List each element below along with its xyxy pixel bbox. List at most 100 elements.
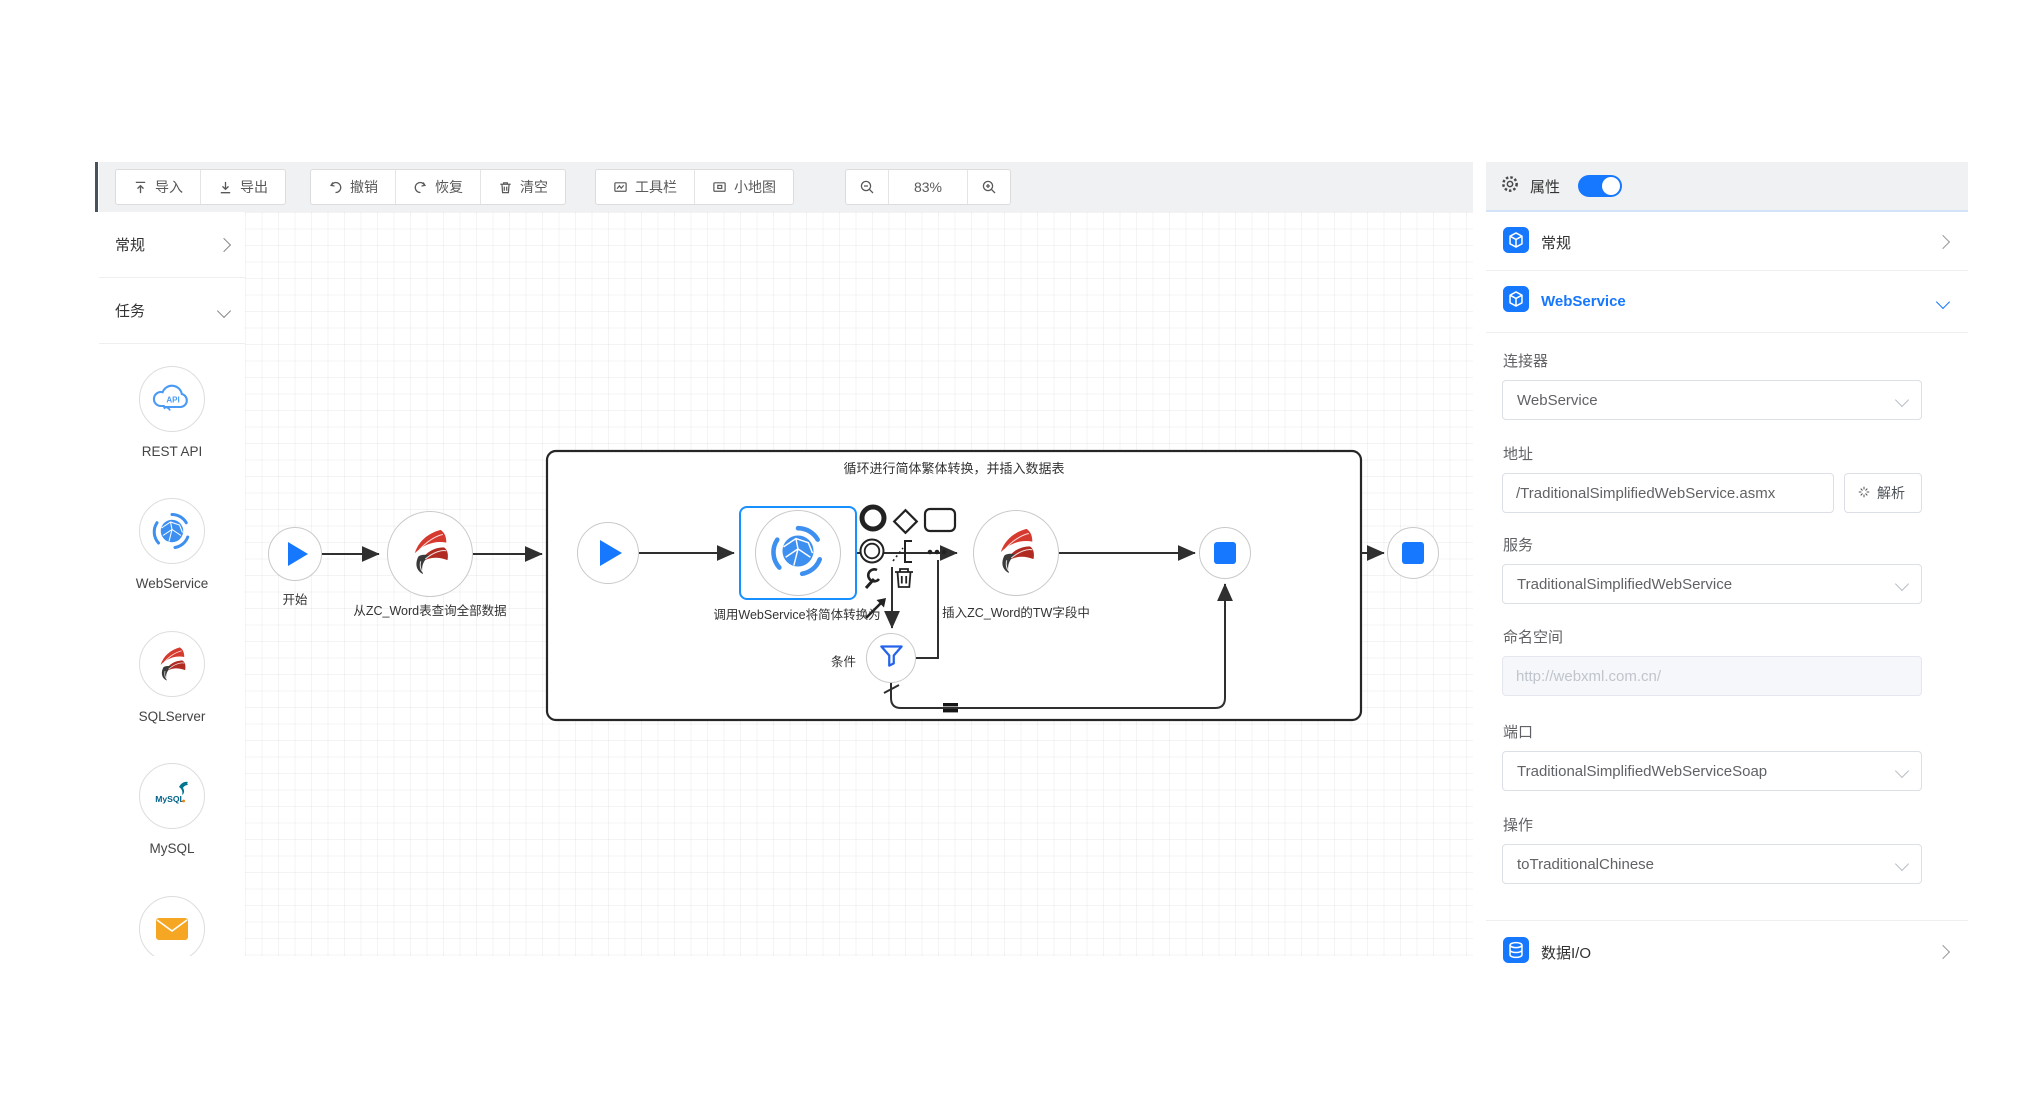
sidebar-group-tasks-label: 任务: [115, 300, 219, 321]
node-label-query: 从ZC_Word表查询全部数据: [330, 600, 530, 619]
sidebar-group-general[interactable]: 常规: [99, 212, 245, 278]
sidebar-item-sqlserver[interactable]: SQLServer: [99, 631, 245, 724]
zoom-level-display[interactable]: 83%: [888, 170, 968, 204]
node-webservice-call[interactable]: [755, 510, 841, 596]
properties-toggle[interactable]: [1578, 175, 1622, 197]
address-input[interactable]: [1502, 473, 1834, 513]
svg-text:API: API: [166, 396, 179, 405]
chevron-down-icon: [1895, 577, 1909, 591]
section-general[interactable]: 常规: [1486, 214, 1968, 271]
database-icon: [1503, 937, 1529, 968]
clear-button[interactable]: 清空: [480, 170, 565, 204]
sidebar-item-label: REST API: [99, 444, 245, 459]
toggle-knob: [1602, 177, 1620, 195]
redo-label: 恢复: [435, 177, 463, 197]
zoom-out-button[interactable]: [846, 170, 888, 204]
zoom-out-icon: [859, 179, 875, 195]
toolbox-icon: [613, 180, 628, 195]
node-label-start: 开始: [255, 589, 335, 608]
node-outer-stop[interactable]: [1387, 527, 1439, 579]
zoom-in-button[interactable]: [968, 170, 1010, 204]
chevron-down-icon: [1895, 857, 1909, 871]
canvas-toolbar: 导入 导出 撤销 恢复 清空 工具栏: [99, 162, 1473, 212]
sidebar-group-tasks[interactable]: 任务: [99, 278, 245, 344]
undo-button[interactable]: 撤销: [311, 170, 395, 204]
upload-icon: [133, 180, 148, 195]
stop-icon: [1214, 542, 1236, 564]
trash-icon: [498, 180, 513, 195]
properties-title: 属性: [1530, 176, 1560, 197]
chevron-down-icon: [217, 303, 231, 317]
export-label: 导出: [240, 177, 268, 197]
history-group: 撤销 恢复 清空: [310, 169, 566, 205]
port-select[interactable]: TraditionalSimplifiedWebServiceSoap: [1502, 751, 1922, 791]
sidebar-item-label: SQLServer: [99, 709, 245, 724]
sidebar-item-mail[interactable]: [99, 896, 245, 956]
node-condition[interactable]: [866, 633, 916, 683]
chevron-right-icon: [217, 237, 231, 251]
node-insert-sqlserver[interactable]: [973, 510, 1059, 596]
sqlserver-icon: [139, 631, 205, 697]
service-value: TraditionalSimplifiedWebService: [1517, 576, 1897, 593]
app-root: 导入 导出 撤销 恢复 清空 工具栏: [0, 0, 2044, 1112]
redo-button[interactable]: 恢复: [395, 170, 480, 204]
sqlserver-icon: [988, 523, 1044, 584]
node-query-sqlserver[interactable]: [387, 511, 473, 597]
section-data-io-label: 数据I/O: [1541, 942, 1926, 963]
section-data-io[interactable]: 数据I/O: [1486, 921, 1968, 983]
sqlserver-icon: [402, 524, 458, 585]
mysql-icon: MySQL: [139, 763, 205, 829]
play-icon: [288, 542, 308, 566]
node-start[interactable]: [268, 527, 322, 581]
sidebar-item-rest-api[interactable]: API REST API: [99, 366, 245, 459]
node-inner-stop[interactable]: [1199, 527, 1251, 579]
cube-icon: [1503, 286, 1529, 317]
namespace-input[interactable]: [1502, 656, 1922, 696]
chevron-down-icon: [1895, 764, 1909, 778]
filter-icon: [878, 642, 905, 674]
connector-select[interactable]: WebService: [1502, 380, 1922, 420]
view-group: 工具栏 小地图: [595, 169, 794, 205]
stop-icon: [1402, 542, 1424, 564]
address-label: 地址: [1503, 443, 1533, 464]
sidebar-group-general-label: 常规: [115, 234, 219, 255]
redo-icon: [413, 180, 428, 195]
import-export-group: 导入 导出: [115, 169, 286, 205]
service-select[interactable]: TraditionalSimplifiedWebService: [1502, 564, 1922, 604]
connector-label: 连接器: [1503, 350, 1548, 371]
import-button[interactable]: 导入: [116, 170, 200, 204]
minimap-label: 小地图: [734, 177, 776, 197]
operation-label: 操作: [1503, 814, 1533, 835]
chevron-down-icon: [1936, 294, 1950, 308]
import-label: 导入: [155, 177, 183, 197]
minimap-button[interactable]: 小地图: [694, 170, 793, 204]
port-value: TraditionalSimplifiedWebServiceSoap: [1517, 763, 1897, 780]
toolbox-button[interactable]: 工具栏: [596, 170, 694, 204]
parse-button[interactable]: 解析: [1844, 473, 1922, 513]
mail-icon: [139, 896, 205, 956]
node-label-webservice: 调用WebService将简体转换为: [672, 604, 922, 623]
loop-group-title[interactable]: 循环进行简体繁体转换，并插入数据表: [804, 458, 1104, 477]
content-edge-marker: [95, 162, 98, 212]
gear-icon: [1500, 174, 1520, 199]
sidebar-item-mysql[interactable]: MySQL MySQL: [99, 763, 245, 856]
minimap-icon: [712, 180, 727, 195]
node-inner-start[interactable]: [577, 522, 639, 584]
toolbox-label: 工具栏: [635, 177, 677, 197]
undo-label: 撤销: [350, 177, 378, 197]
undo-icon: [328, 180, 343, 195]
sidebar-item-webservice[interactable]: WebService: [99, 498, 245, 591]
zoom-in-icon: [981, 179, 997, 195]
sidebar-item-label: WebService: [99, 576, 245, 591]
operation-select[interactable]: toTraditionalChinese: [1502, 844, 1922, 884]
sidebar-item-label: MySQL: [99, 841, 245, 856]
chevron-down-icon: [1895, 393, 1909, 407]
section-webservice[interactable]: WebService: [1486, 271, 1968, 333]
chevron-right-icon: [1936, 235, 1950, 249]
clear-label: 清空: [520, 177, 548, 197]
parse-label: 解析: [1877, 483, 1905, 503]
operation-value: toTraditionalChinese: [1517, 856, 1897, 873]
properties-header: 属性: [1486, 162, 1968, 212]
cube-icon: [1503, 227, 1529, 258]
export-button[interactable]: 导出: [200, 170, 285, 204]
